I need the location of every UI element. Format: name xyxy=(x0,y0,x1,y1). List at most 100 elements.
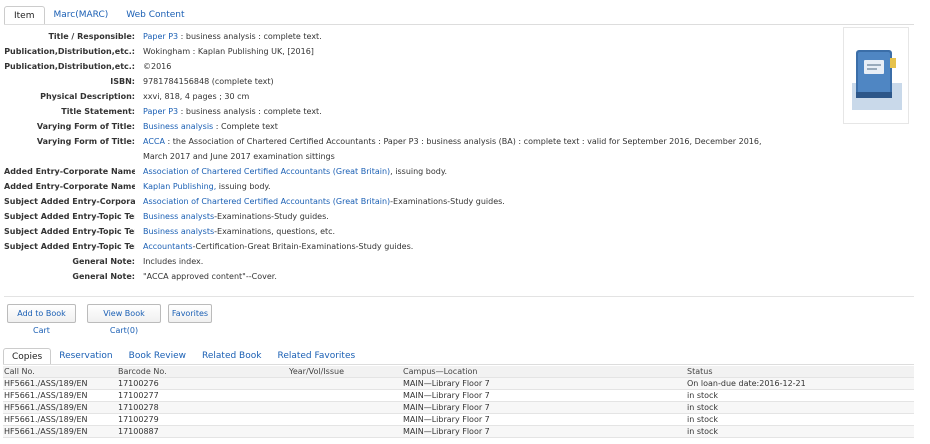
record-row: Title Statement: Paper P3 : business anal… xyxy=(4,104,774,119)
book-cover xyxy=(843,27,909,124)
cell-location: MAIN—Library Floor 7 xyxy=(402,377,686,390)
favorites-button[interactable]: Favorites xyxy=(168,304,212,323)
record-label: Title / Responsible: xyxy=(48,32,135,41)
record-text: ©2016 xyxy=(143,62,172,71)
col-barcode: Barcode No. xyxy=(117,366,288,378)
record-label: Added Entry-Corporate Name: xyxy=(4,182,135,191)
tab-related-book[interactable]: Related Book xyxy=(194,348,269,365)
cell-location: MAIN—Library Floor 7 xyxy=(402,413,686,426)
record-label: Added Entry-Corporate Name: xyxy=(4,167,135,176)
record-link[interactable]: Business analysts xyxy=(143,227,214,236)
book-cover-icon xyxy=(852,50,902,110)
record-label: Title Statement: xyxy=(61,107,135,116)
record-label: ISBN: xyxy=(110,77,135,86)
record-value: Wokingham : Kaplan Publishing UK, [2016] xyxy=(135,44,774,59)
record-row: Varying Form of Title: Business analysis … xyxy=(4,119,774,134)
record-label: Subject Added Entry-Topic Term: xyxy=(4,242,135,251)
record-link[interactable]: Association of Chartered Certified Accou… xyxy=(143,167,390,176)
record-text: Includes index. xyxy=(143,257,204,266)
cell-year-vol xyxy=(288,413,402,426)
record-row: Publication,Distribution,etc.: Wokingham … xyxy=(4,44,774,59)
record-link[interactable]: Paper P3 xyxy=(143,32,178,41)
record-value: 9781784156848 (complete text) xyxy=(135,74,774,89)
record-label: Subject Added Entry-Corporate xyxy=(4,197,135,206)
cell-call-no: HF5661./ASS/189/EN xyxy=(3,425,117,438)
record-link[interactable]: Business analysis xyxy=(143,122,213,131)
record-label: General Note: xyxy=(72,272,135,281)
record-row: Publication,Distribution,etc.: ©2016 xyxy=(4,59,774,74)
cell-location: MAIN—Library Floor 7 xyxy=(402,425,686,438)
table-header-row: Call No. Barcode No. Year/Vol/Issue Camp… xyxy=(3,366,914,378)
record-row: Added Entry-Corporate Name: Association o… xyxy=(4,164,774,179)
table-row: HF5661./ASS/189/EN 17100277 MAIN—Library F… xyxy=(3,389,914,402)
record-link[interactable]: Accountants xyxy=(143,242,193,251)
record-row: Title / Responsible: Paper P3 : business … xyxy=(4,29,774,44)
record-value: Association of Chartered Certified Accou… xyxy=(135,194,774,209)
record-value: Includes index. xyxy=(135,254,774,269)
tab-copies[interactable]: Copies xyxy=(3,348,52,365)
record-link[interactable]: Paper P3 xyxy=(143,107,178,116)
record-label: Subject Added Entry-Topic Term: xyxy=(4,227,135,236)
col-year-vol: Year/Vol/Issue xyxy=(288,366,402,378)
add-to-cart-button[interactable]: Add to Book Cart xyxy=(7,304,76,335)
record-text: : business analysis : complete text. xyxy=(178,107,322,116)
record-label: General Note: xyxy=(72,257,135,266)
record-link[interactable]: ACCA xyxy=(143,137,165,146)
record-text: -Certification-Great Britain-Examination… xyxy=(192,242,414,251)
record-row: Added Entry-Corporate Name: Kaplan Publis… xyxy=(4,179,774,194)
record-value: "ACCA approved content"--Cover. xyxy=(135,269,774,284)
record-text: 9781784156848 (complete text) xyxy=(143,77,274,86)
record-value: Kaplan Publishing, issuing body. xyxy=(135,179,774,194)
record-text: -Examinations, questions, etc. xyxy=(214,227,336,236)
cell-barcode: 17100279 xyxy=(117,413,288,426)
cell-call-no: HF5661./ASS/189/EN xyxy=(3,401,117,414)
record-row: ISBN: 9781784156848 (complete text) xyxy=(4,74,774,89)
cell-status: On loan-due date:2016-12-21 xyxy=(686,377,914,390)
record-row: Varying Form of Title: ACCA : the Associa… xyxy=(4,134,774,164)
cell-barcode: 17100277 xyxy=(117,389,288,402)
record-value: Accountants-Certification-Great Britain-… xyxy=(135,239,774,254)
view-cart-button[interactable]: View Book Cart(0) xyxy=(87,304,161,335)
record-row: Subject Added Entry-Topic Term:Business … xyxy=(4,209,774,224)
record-link[interactable]: Kaplan Publishing, xyxy=(143,182,216,191)
record-label: Physical Description: xyxy=(40,92,135,101)
tabs-divider xyxy=(4,24,914,25)
tab-marc[interactable]: Marc(MARC) xyxy=(45,6,118,25)
cell-barcode: 17100278 xyxy=(117,401,288,414)
cell-location: MAIN—Library Floor 7 xyxy=(402,389,686,402)
record-value: xxvi, 818, 4 pages ; 30 cm xyxy=(135,89,774,104)
tab-related-favorites[interactable]: Related Favorites xyxy=(269,348,363,365)
holdings-tabs: Copies Reservation Book Review Related B… xyxy=(3,348,363,365)
record-row: General Note: "ACCA approved content"--Co… xyxy=(4,269,774,284)
table-row: HF5661./ASS/189/EN 17100887 MAIN—Library F… xyxy=(3,425,914,438)
tab-item[interactable]: Item xyxy=(4,6,45,25)
record-text: "ACCA approved content"--Cover. xyxy=(143,272,277,281)
tab-book-review[interactable]: Book Review xyxy=(121,348,194,365)
record-value: Business analysts-Examinations-Study gui… xyxy=(135,209,774,224)
cell-year-vol xyxy=(288,401,402,414)
record-row: Subject Added Entry-Topic Term:Business … xyxy=(4,224,774,239)
cell-year-vol xyxy=(288,425,402,438)
tab-reservation[interactable]: Reservation xyxy=(51,348,120,365)
cell-status: in stock xyxy=(686,413,914,426)
cell-location: MAIN—Library Floor 7 xyxy=(402,401,686,414)
tabs-divider xyxy=(3,364,914,365)
record-label: Subject Added Entry-Topic Term: xyxy=(4,212,135,221)
record-row: General Note: Includes index. xyxy=(4,254,774,269)
record-text: : the Association of Chartered Certified… xyxy=(143,137,762,161)
cell-barcode: 17100887 xyxy=(117,425,288,438)
table-row: HF5661./ASS/189/EN 17100276 MAIN—Library F… xyxy=(3,377,914,390)
table-row: HF5661./ASS/189/EN 17100278 MAIN—Library F… xyxy=(3,401,914,414)
record-link[interactable]: Business analysts xyxy=(143,212,214,221)
record-text: : Complete text xyxy=(213,122,278,131)
record-text: issuing body. xyxy=(216,182,271,191)
record-text: : business analysis : complete text. xyxy=(178,32,322,41)
record-link[interactable]: Association of Chartered Certified Accou… xyxy=(143,197,390,206)
col-location: Campus—Location xyxy=(402,366,686,378)
record-tabs: Item Marc(MARC) Web Content xyxy=(4,6,194,25)
copies-table: Call No. Barcode No. Year/Vol/Issue Camp… xyxy=(3,366,914,438)
record-label: Publication,Distribution,etc.: xyxy=(4,47,135,56)
cell-year-vol xyxy=(288,377,402,390)
tab-web-content[interactable]: Web Content xyxy=(117,6,193,25)
record-value: Business analysts-Examinations, question… xyxy=(135,224,774,239)
